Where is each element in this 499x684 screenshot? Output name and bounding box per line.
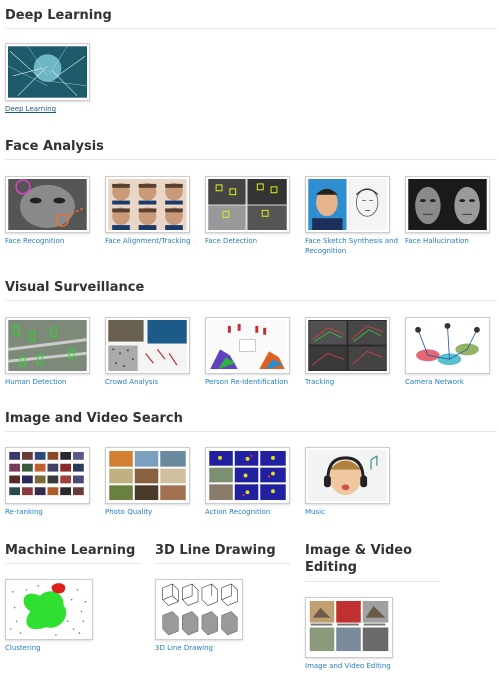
neural-network-image — [8, 46, 87, 98]
section-title-3d-line-drawing: 3D Line Drawing — [155, 543, 276, 558]
deep-learning-thumbnail[interactable] — [5, 43, 90, 101]
section-title-deep-learning: Deep Learning — [5, 8, 112, 23]
tracking-link[interactable]: Tracking — [305, 377, 401, 387]
re-ranking-image — [8, 450, 87, 501]
card-face-detection[interactable]: Face Detection — [205, 176, 301, 246]
action-recognition-image — [208, 450, 287, 501]
tracking-image — [308, 320, 387, 371]
face-detection-link[interactable]: Face Detection — [205, 236, 301, 246]
photo-quality-image — [108, 450, 187, 501]
face-hallucination-thumbnail[interactable] — [405, 176, 490, 233]
person-reid-thumbnail[interactable] — [205, 317, 290, 374]
section-divider — [5, 563, 140, 564]
3d-line-drawing-thumbnail[interactable] — [155, 579, 243, 640]
music-image — [308, 450, 387, 501]
music-thumbnail[interactable] — [305, 447, 390, 504]
section-title-machine-learning: Machine Learning — [5, 543, 136, 558]
face-recognition-thumbnail[interactable] — [5, 176, 90, 233]
face-sketch-image — [308, 179, 387, 230]
camera-network-image — [408, 320, 487, 371]
image-video-editing-thumbnail[interactable] — [305, 597, 393, 658]
crowd-analysis-thumbnail[interactable] — [105, 317, 190, 374]
card-music[interactable]: Music — [305, 447, 401, 517]
clustering-link[interactable]: Clustering — [5, 643, 101, 653]
card-face-sketch[interactable]: Face Sketch Synthesis and Recognition — [305, 176, 401, 256]
face-recognition-image — [8, 179, 87, 230]
card-person-reid[interactable]: Person Re-Identification — [205, 317, 301, 387]
face-hallucination-image — [408, 179, 487, 230]
face-detection-thumbnail[interactable] — [205, 176, 290, 233]
face-alignment-thumbnail[interactable] — [105, 176, 190, 233]
clustering-image — [8, 582, 90, 637]
music-link[interactable]: Music — [305, 507, 401, 517]
human-detection-thumbnail[interactable] — [5, 317, 90, 374]
card-human-detection[interactable]: Human Detection — [5, 317, 101, 387]
section-divider — [5, 431, 497, 432]
camera-network-link[interactable]: Camera Network — [405, 377, 499, 387]
face-alignment-image — [108, 179, 187, 230]
human-detection-image — [8, 320, 87, 371]
section-divider — [5, 28, 497, 29]
section-divider — [305, 581, 440, 582]
clustering-thumbnail[interactable] — [5, 579, 93, 640]
action-recognition-thumbnail[interactable] — [205, 447, 290, 504]
action-recognition-link[interactable]: Action Recognition — [205, 507, 301, 517]
person-reid-link[interactable]: Person Re-Identification — [205, 377, 301, 387]
face-alignment-link[interactable]: Face Alignment/Tracking — [105, 236, 201, 246]
crowd-analysis-link[interactable]: Crowd Analysis — [105, 377, 201, 387]
card-face-recognition[interactable]: Face Recognition — [5, 176, 101, 246]
tracking-thumbnail[interactable] — [305, 317, 390, 374]
face-hallucination-link[interactable]: Face Hallucination — [405, 236, 499, 246]
card-3d-line-drawing[interactable]: 3D Line Drawing — [155, 579, 251, 653]
section-title-image-video-search: Image and Video Search — [5, 411, 183, 426]
image-video-editing-link[interactable]: Image and Video Editing — [305, 661, 401, 671]
camera-network-thumbnail[interactable] — [405, 317, 490, 374]
card-camera-network[interactable]: Camera Network — [405, 317, 499, 387]
card-face-hallucination[interactable]: Face Hallucination — [405, 176, 499, 246]
image-video-editing-image — [308, 600, 390, 655]
card-action-recognition[interactable]: Action Recognition — [205, 447, 301, 517]
card-tracking[interactable]: Tracking — [305, 317, 401, 387]
card-deep-learning[interactable]: Deep Learning — [5, 43, 101, 114]
photo-quality-link[interactable]: Photo Quality — [105, 507, 201, 517]
face-sketch-thumbnail[interactable] — [305, 176, 390, 233]
deep-learning-link[interactable]: Deep Learning — [5, 104, 101, 114]
section-divider — [5, 300, 497, 301]
section-title-visual-surveillance: Visual Surveillance — [5, 280, 145, 295]
section-title-image-video-editing: Image & Video Editing — [305, 543, 413, 575]
face-sketch-link[interactable]: Face Sketch Synthesis and Recognition — [305, 236, 401, 256]
section-divider — [155, 563, 290, 564]
photo-quality-thumbnail[interactable] — [105, 447, 190, 504]
re-ranking-thumbnail[interactable] — [5, 447, 90, 504]
card-image-video-editing[interactable]: Image and Video Editing — [305, 597, 401, 671]
3d-line-drawing-link[interactable]: 3D Line Drawing — [155, 643, 251, 653]
card-photo-quality[interactable]: Photo Quality — [105, 447, 201, 517]
human-detection-link[interactable]: Human Detection — [5, 377, 101, 387]
crowd-analysis-image — [108, 320, 187, 371]
section-divider — [5, 159, 497, 160]
person-reid-image — [208, 320, 287, 371]
3d-line-drawing-image — [158, 582, 240, 637]
card-crowd-analysis[interactable]: Crowd Analysis — [105, 317, 201, 387]
re-ranking-link[interactable]: Re-ranking — [5, 507, 101, 517]
face-detection-image — [208, 179, 287, 230]
card-clustering[interactable]: Clustering — [5, 579, 101, 653]
section-title-face-analysis: Face Analysis — [5, 139, 104, 154]
card-re-ranking[interactable]: Re-ranking — [5, 447, 101, 517]
face-recognition-link[interactable]: Face Recognition — [5, 236, 101, 246]
card-face-alignment[interactable]: Face Alignment/Tracking — [105, 176, 201, 246]
